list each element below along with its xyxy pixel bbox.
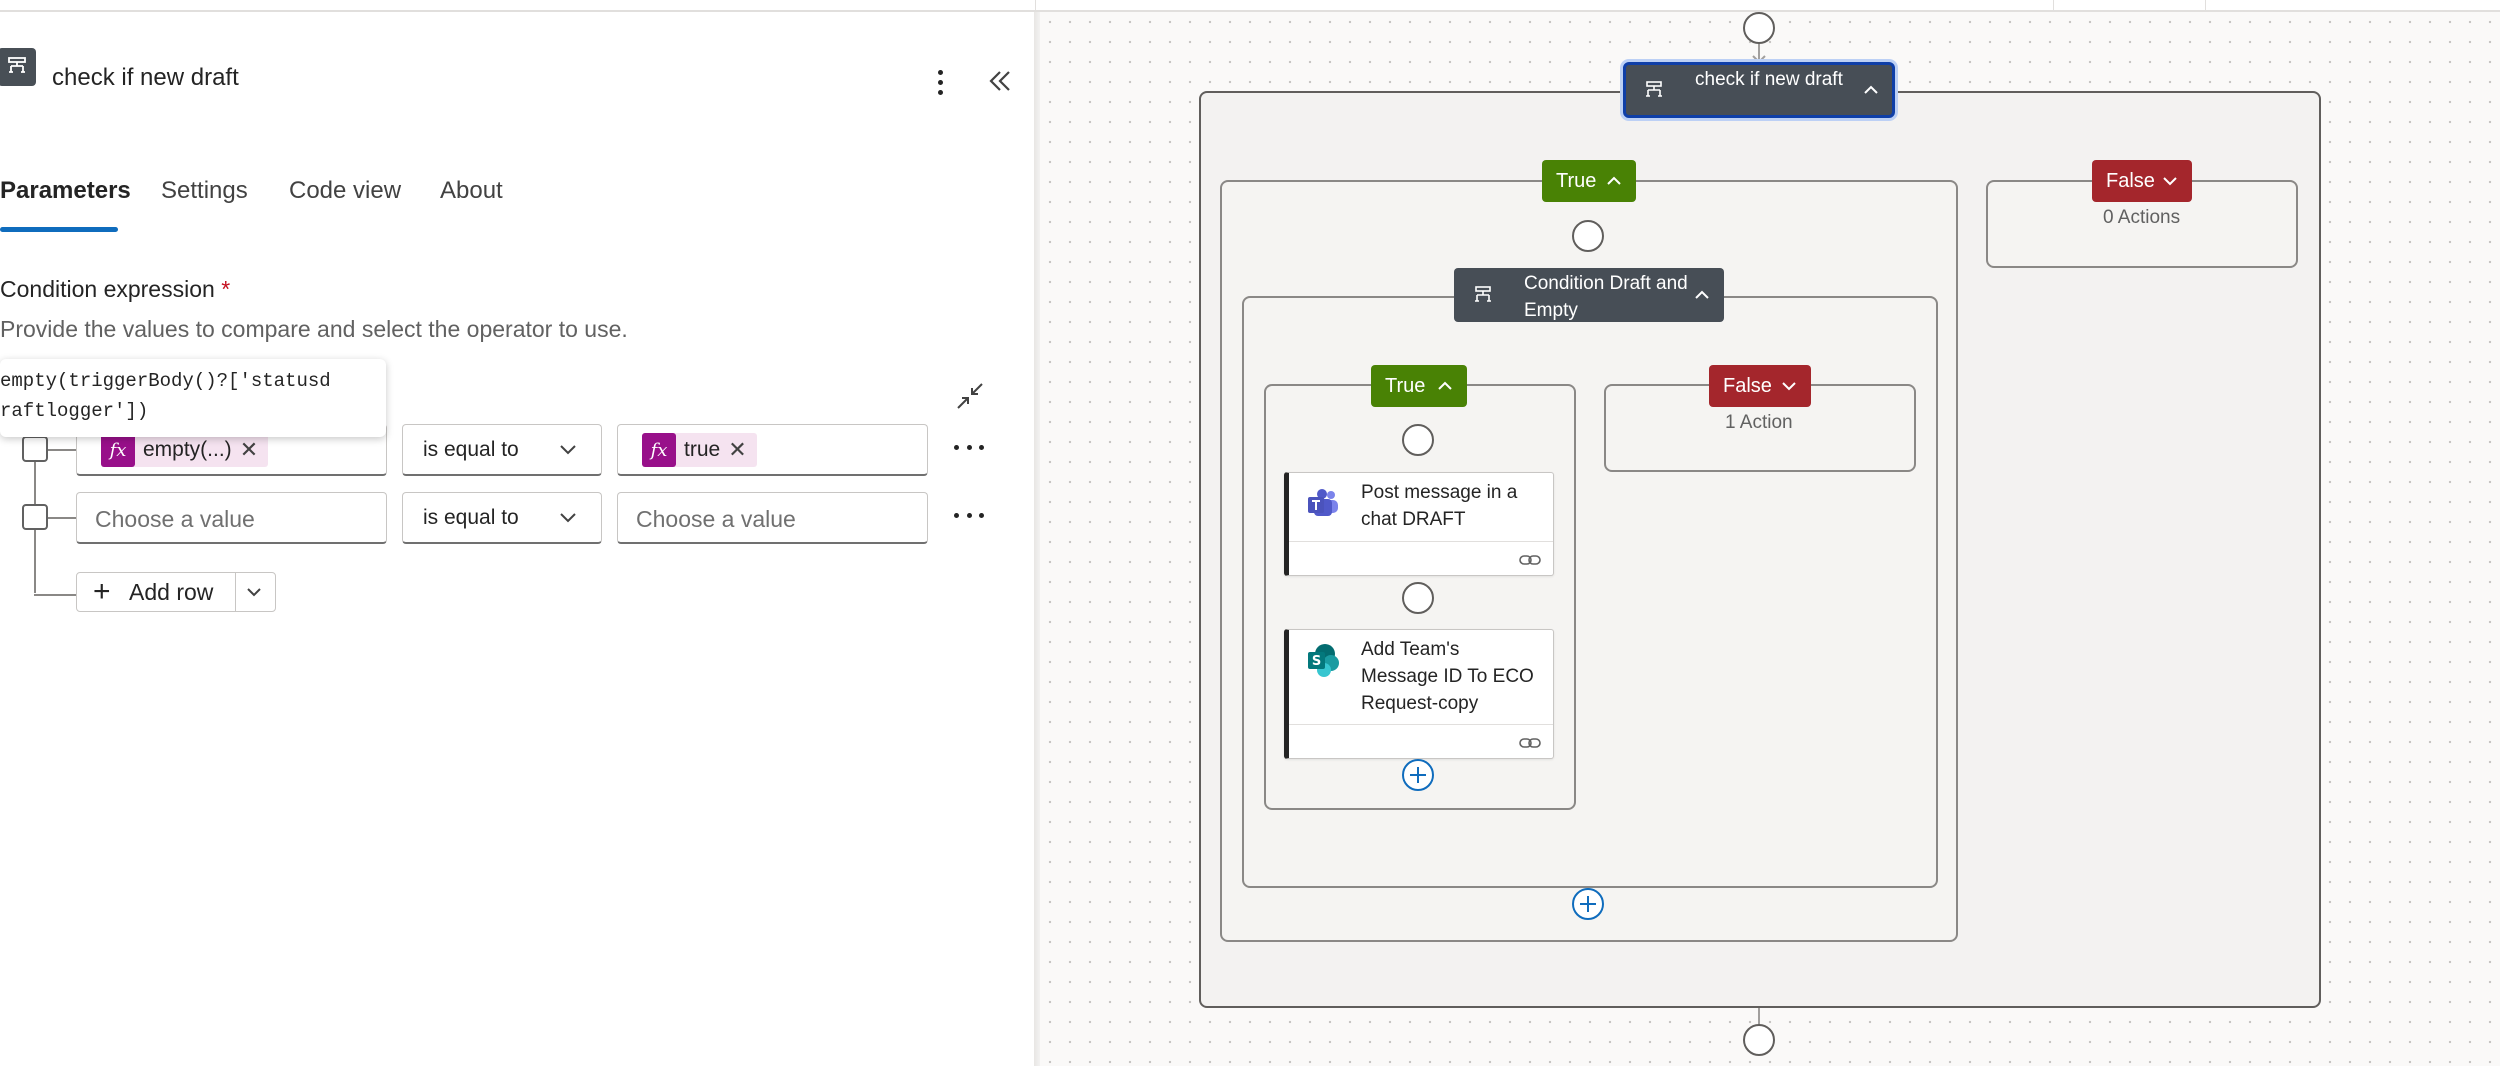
connector-node-circle (1572, 220, 1604, 252)
top-bar (0, 0, 2500, 12)
operator-value: is equal to (423, 438, 519, 461)
link-icon (1519, 738, 1541, 748)
condition-icon (1646, 81, 1662, 97)
svg-text:S: S (1312, 654, 1321, 669)
connector-node-circle (1743, 1024, 1775, 1056)
chevron-down-icon (1782, 382, 1796, 391)
branch-label: True (1556, 170, 1597, 192)
condition-draft-and-empty-node[interactable]: Condition Draft and Empty (1454, 268, 1724, 322)
tab-about[interactable]: About (440, 177, 503, 205)
inner-false-branch-toggle[interactable]: False (1709, 365, 1811, 407)
chevron-down-icon (560, 513, 576, 523)
chevron-up-icon[interactable] (1694, 289, 1710, 301)
right-value-field[interactable]: Choose a value (617, 492, 928, 544)
action-title: Post message in a chat DRAFT (1361, 482, 1518, 530)
operator-dropdown[interactable]: is equal to (402, 424, 602, 476)
right-value-placeholder: Choose a value (636, 506, 796, 532)
post-message-action-card[interactable]: Post message in a chat DRAFT (1284, 472, 1554, 576)
panel-title: check if new draft (52, 64, 239, 91)
add-message-id-action-card[interactable]: S Add Team's Message ID To ECO Request-c… (1284, 629, 1554, 759)
expression-tooltip: empty(triggerBody()?['statusd raftlogger… (0, 359, 386, 437)
collapse-panel-icon[interactable] (986, 66, 1014, 96)
tree-connector (34, 594, 78, 596)
connector-node-circle (1743, 12, 1775, 44)
add-action-plus-icon[interactable] (1402, 759, 1434, 791)
true-branch-toggle[interactable]: True (1542, 160, 1636, 202)
row-more-icon[interactable] (954, 445, 984, 455)
link-icon (1519, 555, 1541, 565)
shrink-icon[interactable] (954, 380, 986, 412)
remove-token-icon[interactable]: ✕ (728, 437, 756, 463)
split-divider (235, 573, 236, 611)
chevron-up-icon (1607, 176, 1621, 185)
fx-icon: fx (642, 433, 676, 467)
top-bar-divider (2053, 0, 2054, 10)
branch-label: True (1385, 375, 1426, 397)
row-checkbox[interactable] (22, 504, 48, 530)
false-branch-toggle[interactable]: False (2092, 160, 2192, 202)
chevron-down-icon (2163, 177, 2177, 186)
check-if-new-draft-node[interactable]: check if new draft (1623, 62, 1895, 118)
chevron-down-icon (560, 445, 576, 455)
tab-parameters[interactable]: Parameters (0, 177, 131, 205)
action-count: 1 Action (1725, 412, 1793, 433)
connector-node-circle (1402, 424, 1434, 456)
top-bar-divider (2205, 0, 2206, 10)
chevron-up-icon (1438, 381, 1452, 390)
expression-token[interactable]: fx empty(...) ✕ (101, 433, 269, 467)
left-value-placeholder: Choose a value (95, 506, 255, 532)
sharepoint-icon: S (1308, 644, 1339, 677)
top-bar-divider (1035, 0, 1036, 10)
operator-value: is equal to (423, 506, 519, 529)
card-divider (1289, 541, 1553, 542)
tab-code-view[interactable]: Code view (289, 177, 401, 205)
operator-dropdown[interactable]: is equal to (402, 492, 602, 544)
chevron-down-icon[interactable] (245, 583, 263, 601)
branch-label: False (2106, 170, 2155, 192)
condition-icon (1475, 286, 1491, 302)
designer-canvas[interactable]: check if new draft True False 0 Actions … (1040, 12, 2500, 1066)
left-value-field[interactable]: Choose a value (76, 492, 387, 544)
add-row-button[interactable]: + Add row (76, 572, 276, 612)
token-text: empty(...) (143, 438, 232, 461)
branch-label: False (1723, 375, 1772, 397)
action-count: 0 Actions (2103, 207, 2181, 228)
remove-token-icon[interactable]: ✕ (240, 437, 268, 463)
action-title: Add Team's Message ID To ECO Request-cop… (1361, 639, 1534, 714)
tree-connector (48, 449, 78, 451)
expression-token[interactable]: fx true ✕ (642, 433, 757, 467)
tree-connector (48, 517, 78, 519)
more-options-kebab-icon[interactable] (928, 64, 952, 100)
node-title: Condition Draft and Empty (1524, 273, 1688, 321)
fx-icon: fx (101, 433, 135, 467)
active-tab-indicator (0, 227, 118, 232)
condition-description: Provide the values to compare and select… (0, 316, 628, 342)
inner-true-branch-toggle[interactable]: True (1371, 365, 1467, 407)
card-divider (1289, 724, 1553, 725)
condition-icon (0, 48, 36, 86)
row-checkbox[interactable] (22, 436, 48, 462)
token-text: true (684, 438, 721, 461)
plus-icon: + (93, 575, 111, 608)
condition-label-text: Condition expression (0, 276, 215, 302)
details-panel: check if new draft Parameters Settings C… (0, 12, 1034, 1066)
teams-icon (1308, 489, 1338, 516)
required-mark: * (221, 276, 231, 302)
chevron-up-icon[interactable] (1863, 84, 1879, 96)
tab-settings[interactable]: Settings (161, 177, 248, 205)
node-title: check if new draft (1695, 69, 1843, 90)
condition-expression-label: Condition expression * (0, 276, 230, 303)
connector-node-circle (1402, 582, 1434, 614)
add-row-label: Add row (129, 579, 214, 605)
right-value-field[interactable]: fx true ✕ (617, 424, 928, 476)
row-more-icon[interactable] (954, 513, 984, 523)
add-action-plus-icon[interactable] (1572, 888, 1604, 920)
